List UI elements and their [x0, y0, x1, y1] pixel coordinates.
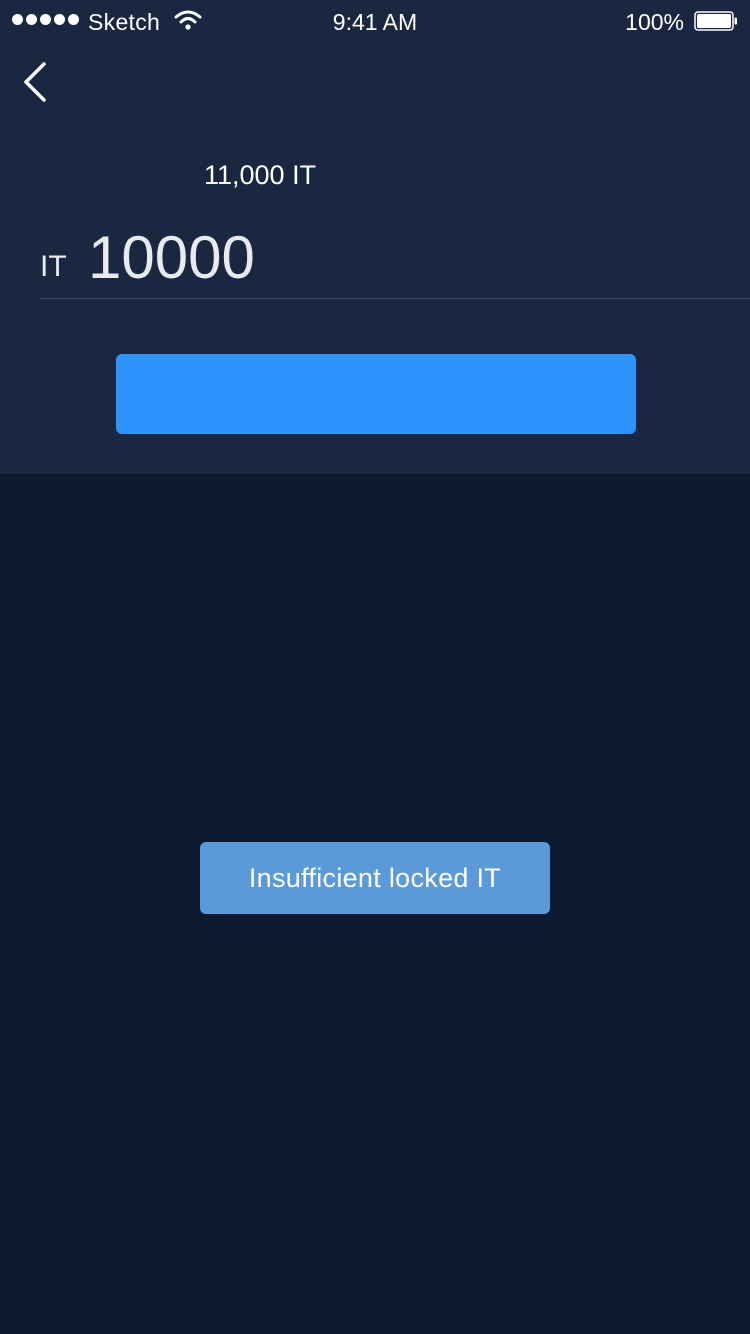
currency-unit-label: IT	[40, 250, 67, 283]
amount-field-row: IT	[40, 222, 750, 299]
error-toast: Insufficient locked IT	[200, 842, 550, 914]
battery-percent: 100%	[625, 9, 684, 35]
chevron-left-icon	[24, 62, 46, 102]
back-button[interactable]	[16, 56, 60, 108]
amount-input[interactable]	[88, 222, 688, 292]
status-bar: Sketch 9:41 AM 100%	[0, 0, 750, 44]
available-balance: 11,000 IT	[204, 160, 317, 190]
toast-message: Insufficient locked IT	[248, 862, 502, 893]
confirm-button[interactable]	[116, 354, 636, 434]
battery-full-icon	[694, 11, 737, 31]
